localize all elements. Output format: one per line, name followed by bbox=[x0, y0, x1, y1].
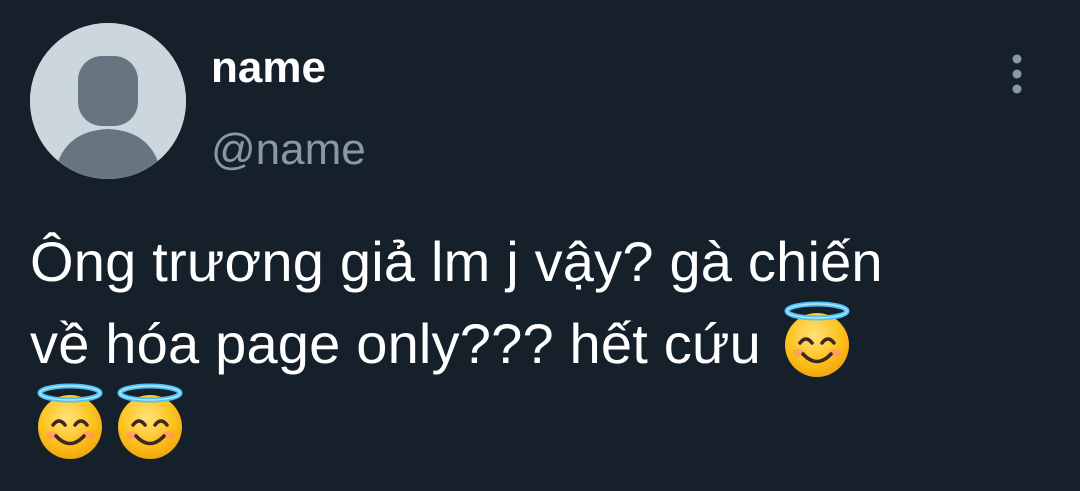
smiling-face-with-halo-icon bbox=[777, 299, 857, 379]
smiling-face-with-halo-icon bbox=[110, 381, 190, 461]
default-avatar-icon bbox=[30, 23, 186, 179]
tweet-text-line: về hóa page only??? hết cứu bbox=[30, 299, 1070, 381]
smiling-face-with-halo-icon bbox=[30, 381, 110, 461]
tweet: name @name Ông trương giả lm j vậy? gà c… bbox=[0, 0, 1080, 491]
tweet-text-line bbox=[30, 381, 1070, 463]
more-vertical-icon bbox=[1012, 54, 1022, 94]
avatar[interactable] bbox=[30, 23, 186, 179]
more-options-button[interactable] bbox=[996, 50, 1038, 98]
author-display-name[interactable]: name bbox=[211, 40, 326, 96]
author-handle[interactable]: @name bbox=[211, 122, 366, 178]
tweet-text-segment: về hóa page only??? hết cứu bbox=[30, 312, 761, 375]
tweet-text-segment: Ông trương giả lm j vậy? gà chiến bbox=[30, 230, 883, 293]
tweet-text-line: Ông trương giả lm j vậy? gà chiến bbox=[30, 225, 1070, 299]
tweet-text: Ông trương giả lm j vậy? gà chiến về hóa… bbox=[30, 225, 1070, 463]
